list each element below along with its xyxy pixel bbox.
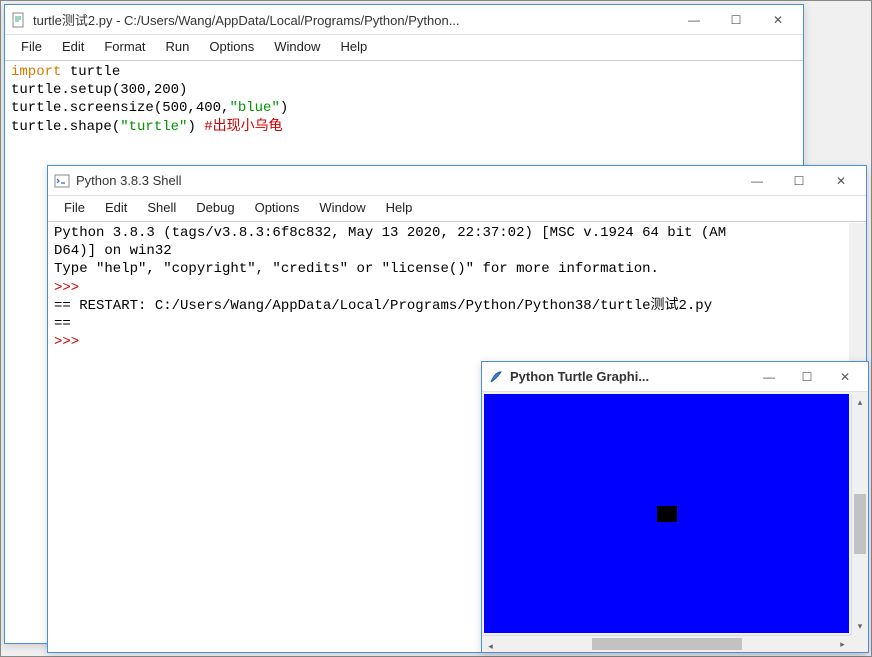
tk-feather-icon	[488, 369, 504, 385]
close-button[interactable]: ✕	[757, 8, 799, 32]
shell-output-area[interactable]: Python 3.8.3 (tags/v3.8.3:6f8c832, May 1…	[48, 221, 866, 353]
close-button[interactable]: ✕	[820, 169, 862, 193]
menu-help[interactable]: Help	[332, 37, 375, 56]
code-text: turtle	[61, 64, 120, 80]
shell-prompt: >>>	[54, 334, 79, 350]
turtle-cursor-icon	[657, 506, 677, 522]
menu-edit[interactable]: Edit	[54, 37, 92, 56]
editor-menubar: File Edit Format Run Options Window Help	[5, 35, 803, 60]
editor-titlebar: turtle测试2.py - C:/Users/Wang/AppData/Loc…	[5, 5, 803, 35]
menu-help[interactable]: Help	[378, 198, 421, 217]
menu-window[interactable]: Window	[311, 198, 373, 217]
code-text: )	[187, 119, 204, 135]
editor-code-area[interactable]: import turtle turtle.setup(300,200) turt…	[5, 60, 803, 138]
turtle-title-text: Python Turtle Graphi...	[510, 369, 750, 384]
shell-window-controls: — ☐ ✕	[736, 169, 862, 193]
shell-restart-line: == RESTART: C:/Users/Wang/AppData/Local/…	[54, 298, 721, 314]
scrollbar-corner	[851, 635, 868, 652]
menu-options[interactable]: Options	[201, 37, 262, 56]
scroll-left-arrow-icon[interactable]: ◂	[482, 639, 499, 655]
shell-restart-line: ==	[54, 316, 71, 332]
string-literal: "blue"	[229, 100, 279, 116]
turtle-window-controls: — ☐ ✕	[750, 365, 864, 389]
scroll-up-arrow-icon[interactable]: ▴	[852, 394, 868, 411]
python-file-icon	[11, 12, 27, 28]
python-shell-icon	[54, 173, 70, 189]
shell-title-text: Python 3.8.3 Shell	[76, 173, 736, 188]
string-literal: "turtle"	[120, 119, 187, 135]
code-text: turtle.setup(300,200)	[11, 82, 187, 98]
menu-file[interactable]: File	[56, 198, 93, 217]
turtle-canvas	[484, 394, 849, 633]
code-text: turtle.shape(	[11, 119, 120, 135]
shell-banner: Python 3.8.3 (tags/v3.8.3:6f8c832, May 1…	[54, 225, 726, 241]
shell-titlebar: Python 3.8.3 Shell — ☐ ✕	[48, 166, 866, 196]
shell-prompt: >>>	[54, 280, 79, 296]
shell-banner: Type "help", "copyright", "credits" or "…	[54, 261, 659, 277]
minimize-button[interactable]: —	[673, 8, 715, 32]
menu-file[interactable]: File	[13, 37, 50, 56]
turtle-horizontal-scrollbar[interactable]: ◂ ▸	[482, 635, 851, 652]
keyword-import: import	[11, 64, 61, 80]
editor-window-controls: — ☐ ✕	[673, 8, 799, 32]
scroll-down-arrow-icon[interactable]: ▾	[852, 618, 868, 635]
maximize-button[interactable]: ☐	[788, 365, 826, 389]
maximize-button[interactable]: ☐	[778, 169, 820, 193]
close-button[interactable]: ✕	[826, 365, 864, 389]
comment: #出现小乌龟	[204, 119, 282, 135]
menu-debug[interactable]: Debug	[188, 198, 242, 217]
turtle-vertical-scrollbar[interactable]: ▴ ▾	[851, 394, 868, 635]
scrollbar-thumb[interactable]	[592, 638, 742, 650]
menu-shell[interactable]: Shell	[139, 198, 184, 217]
turtle-titlebar: Python Turtle Graphi... — ☐ ✕	[482, 362, 868, 392]
scrollbar-thumb[interactable]	[854, 494, 866, 554]
menu-edit[interactable]: Edit	[97, 198, 135, 217]
shell-menubar: File Edit Shell Debug Options Window Hel…	[48, 196, 866, 221]
maximize-button[interactable]: ☐	[715, 8, 757, 32]
editor-title-text: turtle测试2.py - C:/Users/Wang/AppData/Loc…	[33, 10, 673, 29]
menu-run[interactable]: Run	[158, 37, 198, 56]
shell-banner: D64)] on win32	[54, 243, 172, 259]
code-text: )	[280, 100, 288, 116]
minimize-button[interactable]: —	[736, 169, 778, 193]
code-text: turtle.screensize(500,400,	[11, 100, 229, 116]
menu-window[interactable]: Window	[266, 37, 328, 56]
scroll-right-arrow-icon[interactable]: ▸	[834, 636, 851, 652]
menu-options[interactable]: Options	[247, 198, 308, 217]
minimize-button[interactable]: —	[750, 365, 788, 389]
turtle-graphics-window: Python Turtle Graphi... — ☐ ✕ ▴ ▾	[481, 361, 869, 653]
menu-format[interactable]: Format	[96, 37, 153, 56]
